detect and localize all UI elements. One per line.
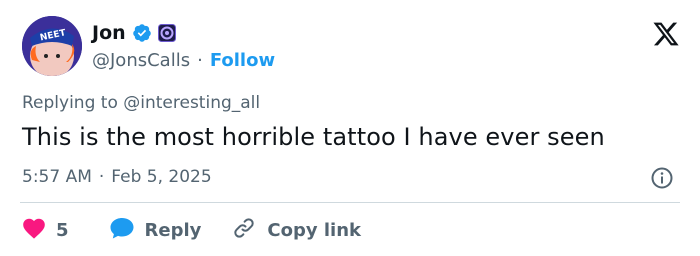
reply-bubble-icon [109, 216, 135, 245]
follow-button[interactable]: Follow [210, 50, 275, 71]
author-name-row: Jon [92, 20, 176, 46]
author-name[interactable]: Jon [92, 22, 126, 44]
reply-to-handle[interactable]: @interesting_all [123, 93, 260, 113]
avatar[interactable]: NEET [22, 16, 82, 76]
tweet-time: 5:57 AM [22, 167, 92, 187]
reply-prefix: Replying to [22, 93, 124, 113]
handle-row: @JonsCalls · Follow [92, 48, 275, 72]
like-count: 5 [56, 219, 69, 241]
action-bar: 5 Reply Copy link [22, 212, 361, 248]
heart-icon [22, 217, 46, 244]
verified-badge-icon [132, 23, 152, 43]
copy-link-button[interactable]: Copy link [231, 216, 361, 245]
tweet-text: This is the most horrible tattoo I have … [22, 123, 605, 151]
tweet-timestamp[interactable]: 5:57 AM · Feb 5, 2025 [22, 167, 212, 187]
link-icon [231, 216, 257, 245]
reply-button[interactable]: Reply [109, 216, 202, 245]
affiliate-badge-icon[interactable] [157, 24, 176, 42]
author-handle[interactable]: @JonsCalls [92, 50, 190, 71]
tweet-date: Feb 5, 2025 [111, 167, 212, 187]
handle-separator: · [197, 49, 203, 71]
divider [20, 202, 680, 203]
x-logo-icon[interactable] [652, 20, 680, 48]
meta-separator: · [98, 167, 105, 187]
replying-to: Replying to @interesting_all [22, 93, 260, 113]
like-button[interactable]: 5 [22, 217, 69, 244]
info-icon[interactable] [650, 166, 674, 190]
copy-link-label: Copy link [267, 219, 361, 241]
reply-label: Reply [144, 219, 202, 241]
